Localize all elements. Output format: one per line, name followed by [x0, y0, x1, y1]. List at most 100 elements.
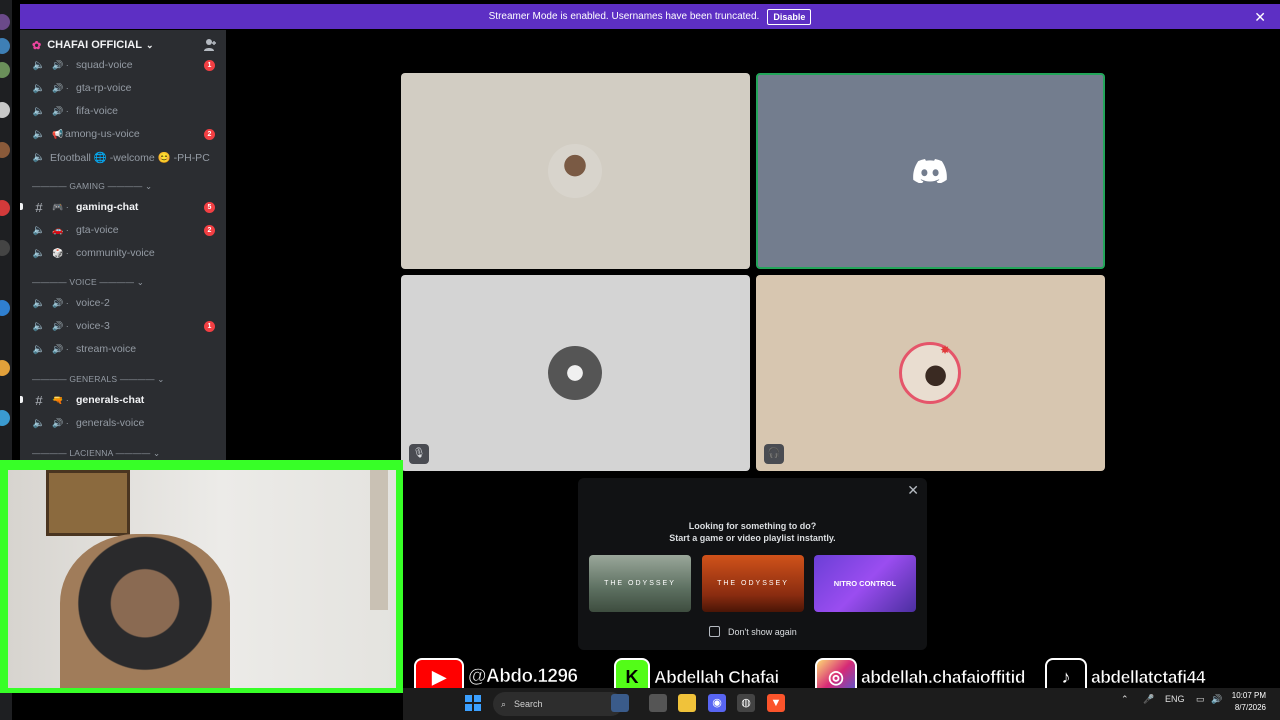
channel-item[interactable]: 🔈 Efootball 🌐 -welcome 😊 -PH-PC	[20, 146, 226, 168]
unread-indicator	[20, 203, 23, 210]
popup-heading: Looking for something to do?	[688, 521, 817, 531]
category-row: ———— GAMING ———— ⌄	[32, 181, 153, 191]
chevron-down-icon: ⌄	[145, 39, 154, 50]
server-icon[interactable]	[0, 200, 10, 216]
video-tile-user-2-speaking[interactable]	[756, 73, 1105, 269]
invite-user-icon[interactable]	[203, 38, 217, 52]
brave-browser-icon[interactable]: ▼	[767, 694, 785, 712]
game-card[interactable]: THE ODYSSEY	[702, 555, 804, 612]
server-icon[interactable]	[0, 62, 10, 78]
dont-show-again-checkbox[interactable]	[709, 626, 720, 637]
channel-name: gta-voice	[76, 224, 119, 236]
user-avatar	[548, 144, 602, 198]
system-clock[interactable]: 10:07 PM 8/7/2026	[1232, 690, 1266, 714]
server-name: CHAFAI OFFICIAL	[47, 39, 142, 51]
video-tile-user-3[interactable]: 🎙	[401, 275, 750, 471]
close-icon[interactable]: ✕	[1254, 9, 1266, 26]
mention-badge: 5	[204, 201, 215, 213]
server-icon[interactable]	[0, 38, 10, 54]
language-indicator[interactable]: ENG	[1165, 694, 1185, 704]
network-icon[interactable]: ▭	[1196, 694, 1205, 705]
server-icon[interactable]	[0, 240, 10, 256]
server-icon[interactable]	[0, 300, 10, 316]
channel-item[interactable]: 🔈 🔊 · stream-voice	[20, 338, 226, 360]
windows-taskbar: ⌕ Search ◉ ◍ ▼ ⌃ 🎤 ENG ▭ 🔊 10:07 PM 8/7/…	[403, 688, 1280, 720]
user-avatar	[548, 346, 602, 400]
channel-item[interactable]: 🔈 🎲 · community-voice	[20, 242, 226, 264]
channel-emoji-icon: 🔊 ·	[52, 59, 69, 70]
user-avatar	[899, 342, 961, 404]
speaker-icon: 🔈	[32, 59, 46, 71]
game-card[interactable]: NITRO CONTROL	[814, 555, 916, 612]
speaker-icon: 🔈	[32, 320, 46, 332]
channel-name: voice-2	[76, 297, 110, 309]
category-row: ———— LACIENNA ———— ⌄	[32, 448, 161, 458]
channel-name: stream-voice	[76, 343, 137, 355]
handle-text: abdellatctafi44	[1091, 666, 1206, 687]
server-icon[interactable]	[0, 102, 10, 118]
game-card[interactable]: THE ODYSSEY	[589, 555, 691, 612]
channel-item[interactable]: 🔈 🔊 · gta-rp-voice	[20, 77, 226, 99]
server-icon[interactable]	[0, 410, 10, 426]
mic-muted-icon: 🎙	[409, 444, 429, 464]
channel-emoji-icon: 🔊 ·	[52, 417, 69, 428]
activity-suggestion-popup: ✕ Looking for something to do? Start a g…	[578, 478, 927, 650]
mention-badge: 2	[204, 128, 215, 140]
taskbar-search[interactable]: ⌕ Search	[493, 692, 623, 716]
dice-icon: 🎲 ·	[52, 247, 69, 258]
server-icon[interactable]	[0, 360, 10, 376]
channel-item[interactable]: # 🔫 · generals-chat	[20, 389, 226, 411]
channel-item[interactable]: 🔈 🚗 · gta-voice 2	[20, 219, 226, 241]
video-tile-user-1[interactable]	[401, 73, 750, 269]
clock-time: 10:07 PM	[1231, 691, 1266, 700]
speaker-icon: 🔈	[32, 128, 46, 140]
screen: Streamer Mode is enabled. Usernames have…	[0, 0, 1280, 720]
speaker-icon: 🔈	[32, 297, 46, 309]
channel-item[interactable]: 🔈 🔊 · fifa-voice	[20, 100, 226, 122]
channel-item[interactable]: 🔈 🔊 · voice-2	[20, 292, 226, 314]
close-icon[interactable]: ✕	[907, 482, 919, 499]
task-view-icon[interactable]	[649, 694, 667, 712]
server-icon[interactable]	[0, 14, 10, 30]
speaker-icon: 🔈	[32, 151, 46, 163]
channel-emoji-icon: 🔊 ·	[52, 343, 69, 354]
channel-emoji-icon: 🔊 ·	[52, 105, 69, 116]
channel-item[interactable]: # 🎮 · gaming-chat 5	[20, 196, 226, 218]
file-explorer-icon[interactable]	[678, 694, 696, 712]
channel-name: among-us-voice	[65, 128, 140, 140]
speaker-icon: 🔈	[32, 82, 46, 94]
webcam-feed	[8, 470, 396, 688]
taskbar-app-icon[interactable]	[611, 694, 629, 712]
handle-text: @Abdo.1296	[468, 666, 579, 688]
chevron-up-icon[interactable]: ⌃	[1121, 694, 1129, 705]
wall-picture	[46, 470, 130, 536]
channel-item[interactable]: 🔈 🔊 · voice-3 1	[20, 315, 226, 337]
speaker-icon: 🔈	[32, 105, 46, 117]
channel-name: generals-chat	[76, 394, 145, 406]
obs-icon[interactable]: ◍	[737, 694, 755, 712]
category-name: VOICE	[69, 277, 97, 287]
channel-name: generals-voice	[76, 417, 145, 429]
category-generals[interactable]: ———— GENERALS ———— ⌄	[20, 374, 226, 388]
speaker-icon: 🔈	[32, 224, 46, 236]
dont-show-again-row[interactable]: Don't show again	[709, 626, 797, 637]
disable-button[interactable]: Disable	[767, 8, 812, 25]
channel-name: fifa-voice	[76, 105, 119, 117]
hash-icon: #	[35, 392, 43, 408]
category-name: GAMING	[69, 181, 106, 191]
category-gaming[interactable]: ———— GAMING ———— ⌄	[20, 181, 226, 195]
discord-icon[interactable]: ◉	[708, 694, 726, 712]
hash-icon: #	[35, 199, 43, 215]
mic-icon[interactable]: 🎤	[1143, 694, 1154, 705]
server-icon[interactable]	[0, 142, 10, 158]
channel-item[interactable]: 🔈 🔊 · squad-voice 1	[20, 54, 226, 76]
channel-emoji-icon: 🔊 ·	[52, 297, 69, 308]
video-tile-user-4[interactable]: ✸ 🎧	[756, 275, 1105, 471]
windows-start-icon[interactable]	[465, 695, 481, 711]
channel-sidebar: ✿ CHAFAI OFFICIAL ⌄ 🔈 🔊 · squad-voice 1 …	[20, 30, 226, 470]
volume-icon[interactable]: 🔊	[1211, 694, 1222, 705]
category-voice[interactable]: ———— VOICE ———— ⌄	[20, 277, 226, 291]
channel-item[interactable]: 🔈 🔊 · generals-voice	[20, 412, 226, 434]
channel-name: voice-3	[76, 320, 110, 332]
channel-item[interactable]: 🔈 📢 among-us-voice 2	[20, 123, 226, 145]
